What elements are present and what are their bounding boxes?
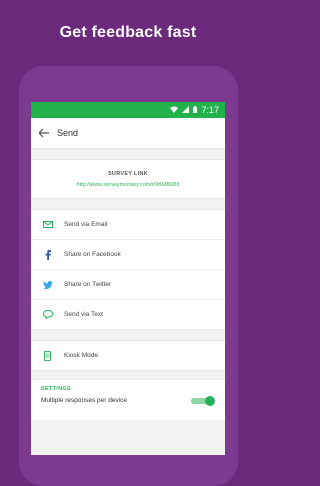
share-on-facebook-item[interactable]: Share on Facebook (31, 240, 225, 270)
wifi-icon (170, 105, 179, 115)
status-time: 7:17 (201, 105, 219, 115)
signal-icon (182, 105, 190, 115)
settings-header: SETTINGS (41, 386, 71, 392)
facebook-icon (31, 249, 64, 260)
back-arrow-icon[interactable] (31, 126, 57, 140)
promo-headline: Get feedback fast (59, 24, 197, 41)
chat-bubble-icon (31, 310, 64, 319)
app-screen: 7:17 Send SURVEY LINK http://www.surveym… (31, 102, 225, 455)
share-on-facebook-label: Share on Facebook (64, 251, 121, 258)
multiple-responses-label: Multiple responses per device (41, 397, 127, 404)
send-via-text-label: Send via Text (64, 311, 103, 318)
survey-link-card: SURVEY LINK http://www.surveymonkey.com/… (31, 159, 225, 199)
toggle-knob (205, 396, 215, 406)
send-via-email-label: Send via Email (64, 221, 108, 228)
survey-link-label: SURVEY LINK (107, 171, 149, 177)
survey-link-url[interactable]: http://www.surveymonkey.com/r/9KMB083 (31, 177, 225, 188)
kiosk-mode-label: Kiosk Mode (64, 352, 98, 359)
multiple-responses-toggle[interactable] (191, 396, 215, 406)
tablet-icon (31, 350, 64, 361)
battery-icon (193, 105, 198, 115)
app-bar: Send (31, 118, 225, 149)
page-title: Send (57, 128, 79, 138)
share-on-twitter-item[interactable]: Share on Twitter (31, 270, 225, 300)
share-options-list: Send via Email Share on Facebook Share o… (31, 209, 225, 330)
send-via-text-item[interactable]: Send via Text (31, 300, 225, 330)
status-bar: 7:17 (31, 102, 225, 118)
email-icon (31, 221, 64, 228)
kiosk-mode-item[interactable]: Kiosk Mode (31, 340, 225, 371)
settings-section: SETTINGS Multiple responses per device (31, 379, 225, 420)
send-via-email-item[interactable]: Send via Email (31, 210, 225, 240)
share-on-twitter-label: Share on Twitter (64, 281, 112, 288)
twitter-icon (31, 280, 64, 289)
